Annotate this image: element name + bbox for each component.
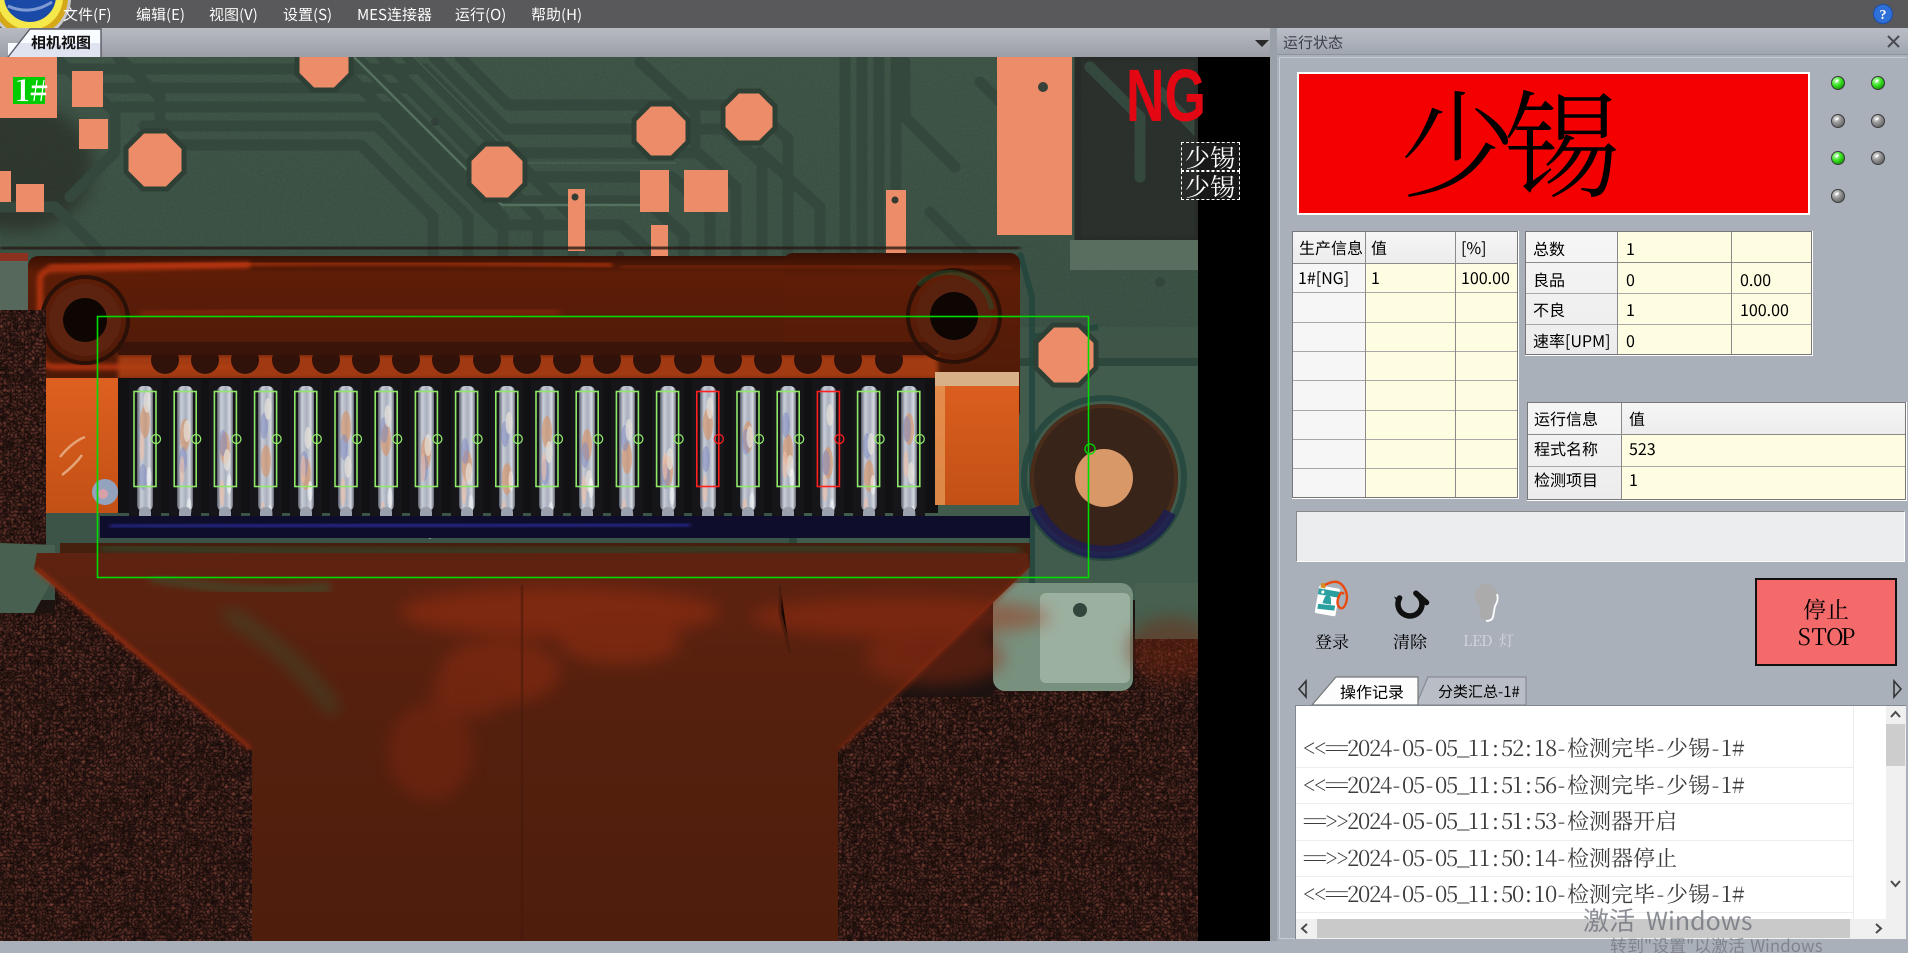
svg-text:?: ?: [1880, 8, 1887, 23]
